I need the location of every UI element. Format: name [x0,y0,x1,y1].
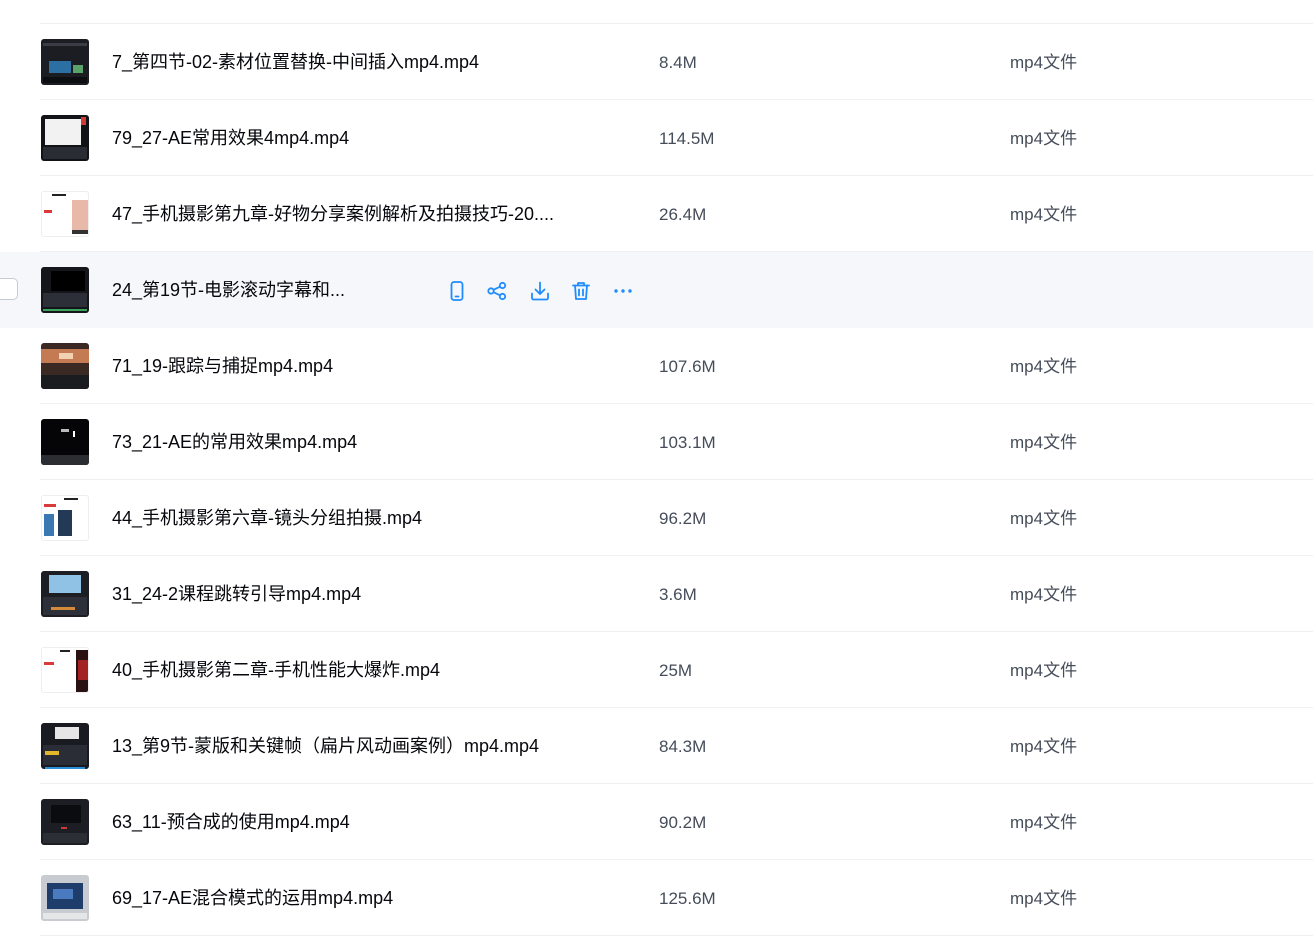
file-name[interactable]: 24_第19节-电影滚动字幕和... [112,279,345,301]
file-row[interactable]: 13_第9节-蒙版和关键帧（扁片风动画案例）mp4.mp4 84.3M mp4文件 [0,708,1313,784]
file-size: 114.5M [659,129,715,148]
file-row[interactable]: 44_手机摄影第六章-镜头分组拍摄.mp4 96.2M mp4文件 [0,480,1313,556]
file-row[interactable]: 73_21-AE的常用效果mp4.mp4 103.1M mp4文件 [0,404,1313,480]
download-icon [528,279,552,303]
file-row[interactable]: 69_17-AE混合模式的运用mp4.mp4 125.6M mp4文件 [0,860,1313,936]
video-thumbnail [41,799,89,845]
file-size: 3.6M [659,585,697,604]
file-type: mp4文件 [1010,661,1078,680]
file-type: mp4文件 [1010,737,1078,756]
video-thumbnail [41,191,89,237]
video-thumbnail [41,115,89,161]
file-name[interactable]: 73_21-AE的常用效果mp4.mp4 [112,431,357,453]
file-size: 96.2M [659,509,707,528]
file-row[interactable]: 40_手机摄影第二章-手机性能大爆炸.mp4 25M mp4文件 [0,632,1313,708]
file-name[interactable]: 71_19-跟踪与捕捉mp4.mp4 [112,355,333,377]
file-row[interactable]: 24_第19节-电影滚动字幕和... [0,252,1313,328]
file-row[interactable]: 47_手机摄影第九章-好物分享案例解析及拍摄技巧-20.... 26.4M mp4文… [0,176,1313,252]
video-thumbnail [41,571,89,617]
more-icon [611,279,635,303]
file-size: 26.4M [659,205,707,224]
download-button[interactable] [528,279,552,303]
row-checkbox[interactable] [0,278,18,300]
file-size: 107.6M [659,357,716,376]
file-name[interactable]: 40_手机摄影第二章-手机性能大爆炸.mp4 [112,659,440,681]
file-type: mp4文件 [1010,889,1078,908]
file-row[interactable]: 63_11-预合成的使用mp4.mp4 90.2M mp4文件 [0,784,1313,860]
share-icon [485,279,509,303]
file-name[interactable]: 7_第四节-02-素材位置替换-中间插入mp4.mp4 [112,51,479,73]
file-name[interactable]: 44_手机摄影第六章-镜头分组拍摄.mp4 [112,507,422,529]
file-name[interactable]: 79_27-AE常用效果4mp4.mp4 [112,127,349,149]
video-thumbnail [41,495,89,541]
file-type: mp4文件 [1010,585,1078,604]
file-type: mp4文件 [1010,433,1078,452]
file-size: 125.6M [659,889,716,908]
file-name[interactable]: 47_手机摄影第九章-好物分享案例解析及拍摄技巧-20.... [112,203,554,225]
file-type: mp4文件 [1010,509,1078,528]
file-size: 8.4M [659,53,697,72]
file-row[interactable]: 31_24-2课程跳转引导mp4.mp4 3.6M mp4文件 [0,556,1313,632]
phone-icon [445,279,469,303]
video-thumbnail [41,267,89,313]
file-size: 84.3M [659,737,707,756]
video-thumbnail [41,343,89,389]
file-name[interactable]: 13_第9节-蒙版和关键帧（扁片风动画案例）mp4.mp4 [112,735,539,757]
video-thumbnail [41,419,89,465]
more-button[interactable] [611,279,635,303]
delete-button[interactable] [569,279,593,303]
file-row[interactable]: 71_19-跟踪与捕捉mp4.mp4 107.6M mp4文件 [0,328,1313,404]
file-row[interactable]: 7_第四节-02-素材位置替换-中间插入mp4.mp4 8.4M mp4文件 [0,24,1313,100]
file-type: mp4文件 [1010,53,1078,72]
file-name[interactable]: 63_11-预合成的使用mp4.mp4 [112,811,350,833]
trash-icon [569,279,593,303]
file-row[interactable]: 79_27-AE常用效果4mp4.mp4 114.5M mp4文件 [0,100,1313,176]
share-button[interactable] [485,279,509,303]
file-size: 103.1M [659,433,716,452]
file-type: mp4文件 [1010,205,1078,224]
file-name[interactable]: 31_24-2课程跳转引导mp4.mp4 [112,583,361,605]
send-to-phone-button[interactable] [445,279,469,303]
file-type: mp4文件 [1010,357,1078,376]
file-size: 90.2M [659,813,707,832]
file-name[interactable]: 69_17-AE混合模式的运用mp4.mp4 [112,887,393,909]
video-thumbnail [41,723,89,769]
video-thumbnail [41,39,89,85]
file-list: 7_第四节-02-素材位置替换-中间插入mp4.mp4 8.4M mp4文件 79_2… [0,0,1313,936]
video-thumbnail [41,647,89,693]
file-size: 25M [659,661,693,680]
file-type: mp4文件 [1010,129,1078,148]
file-type: mp4文件 [1010,813,1078,832]
video-thumbnail [41,875,89,921]
